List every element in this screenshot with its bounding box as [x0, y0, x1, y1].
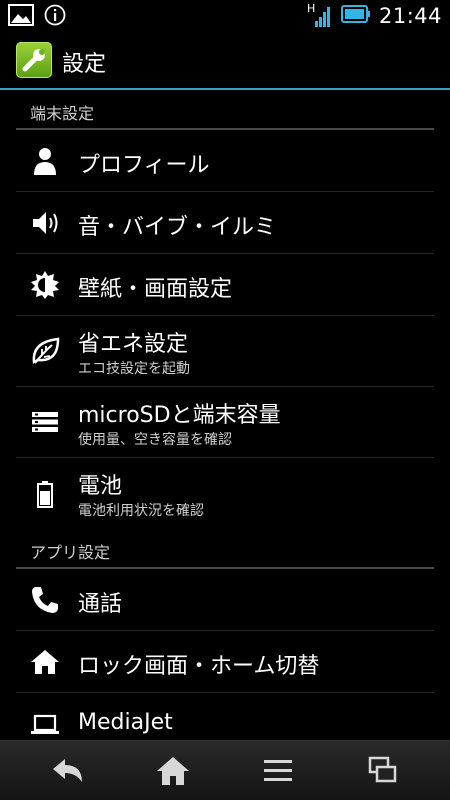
section-header-device: 端末設定 [0, 90, 450, 130]
settings-item-subtitle: 電池利用状況を確認 [78, 503, 204, 519]
settings-list[interactable]: 端末設定 プロフィール 音・バイブ・イルミ 壁紙・画面設定 省エネ設定 エコ技設… [0, 90, 450, 740]
section-label: 端末設定 [30, 104, 95, 123]
person-icon [30, 146, 60, 176]
page-title: 設定 [62, 52, 107, 77]
action-bar: 設定 [0, 32, 450, 88]
brightness-icon [30, 270, 60, 300]
settings-item-subtitle: エコ技設定を起動 [78, 361, 190, 377]
settings-item-storage[interactable]: microSDと端末容量 使用量、空き容量を確認 [16, 387, 434, 458]
settings-item-battery[interactable]: 電池 電池利用状況を確認 [16, 458, 434, 529]
settings-item-title: 省エネ設定 [78, 332, 189, 357]
status-time: 21:44 [378, 4, 442, 28]
settings-item-subtitle: 使用量、空き容量を確認 [78, 432, 232, 448]
laptop-icon [30, 709, 60, 739]
home-icon [30, 647, 60, 677]
settings-item-title: 壁紙・画面設定 [78, 277, 233, 302]
leaf-icon [30, 336, 60, 366]
home-icon[interactable] [155, 755, 191, 787]
settings-item-lock-home[interactable]: ロック画面・ホーム切替 [16, 631, 434, 693]
navigation-bar [0, 740, 450, 800]
settings-item-profile[interactable]: プロフィール [16, 130, 434, 192]
battery-icon [340, 5, 371, 27]
settings-item-sound[interactable]: 音・バイブ・イルミ [16, 192, 434, 254]
menu-icon[interactable] [260, 755, 296, 787]
settings-item-title: ロック画面・ホーム切替 [78, 654, 320, 679]
section-label: アプリ設定 [30, 543, 111, 562]
settings-item-call[interactable]: 通話 [16, 569, 434, 631]
settings-item-mediajet[interactable]: MediaJet [16, 693, 434, 740]
settings-item-title: プロフィール [78, 153, 210, 178]
settings-item-title: microSDと端末容量 [78, 403, 281, 428]
settings-item-title: 電池 [78, 474, 123, 499]
settings-item-title: MediaJet [78, 710, 173, 735]
settings-item-title: 音・バイブ・イルミ [78, 215, 277, 240]
section-header-apps: アプリ設定 [0, 529, 450, 569]
storage-icon [30, 407, 60, 437]
settings-item-eco[interactable]: 省エネ設定 エコ技設定を起動 [16, 316, 434, 387]
signal-icon: H [307, 2, 333, 28]
picture-icon [8, 4, 34, 30]
back-icon[interactable] [50, 755, 86, 787]
battery-icon [30, 479, 60, 509]
settings-item-display[interactable]: 壁紙・画面設定 [16, 254, 434, 316]
wrench-icon[interactable] [16, 42, 52, 78]
speaker-icon [30, 208, 60, 238]
phone-icon [30, 585, 60, 615]
info-icon [44, 4, 66, 30]
settings-item-title: 通話 [78, 592, 123, 617]
recent-apps-icon[interactable] [365, 755, 401, 787]
status-bar: H 21:44 [0, 0, 450, 32]
